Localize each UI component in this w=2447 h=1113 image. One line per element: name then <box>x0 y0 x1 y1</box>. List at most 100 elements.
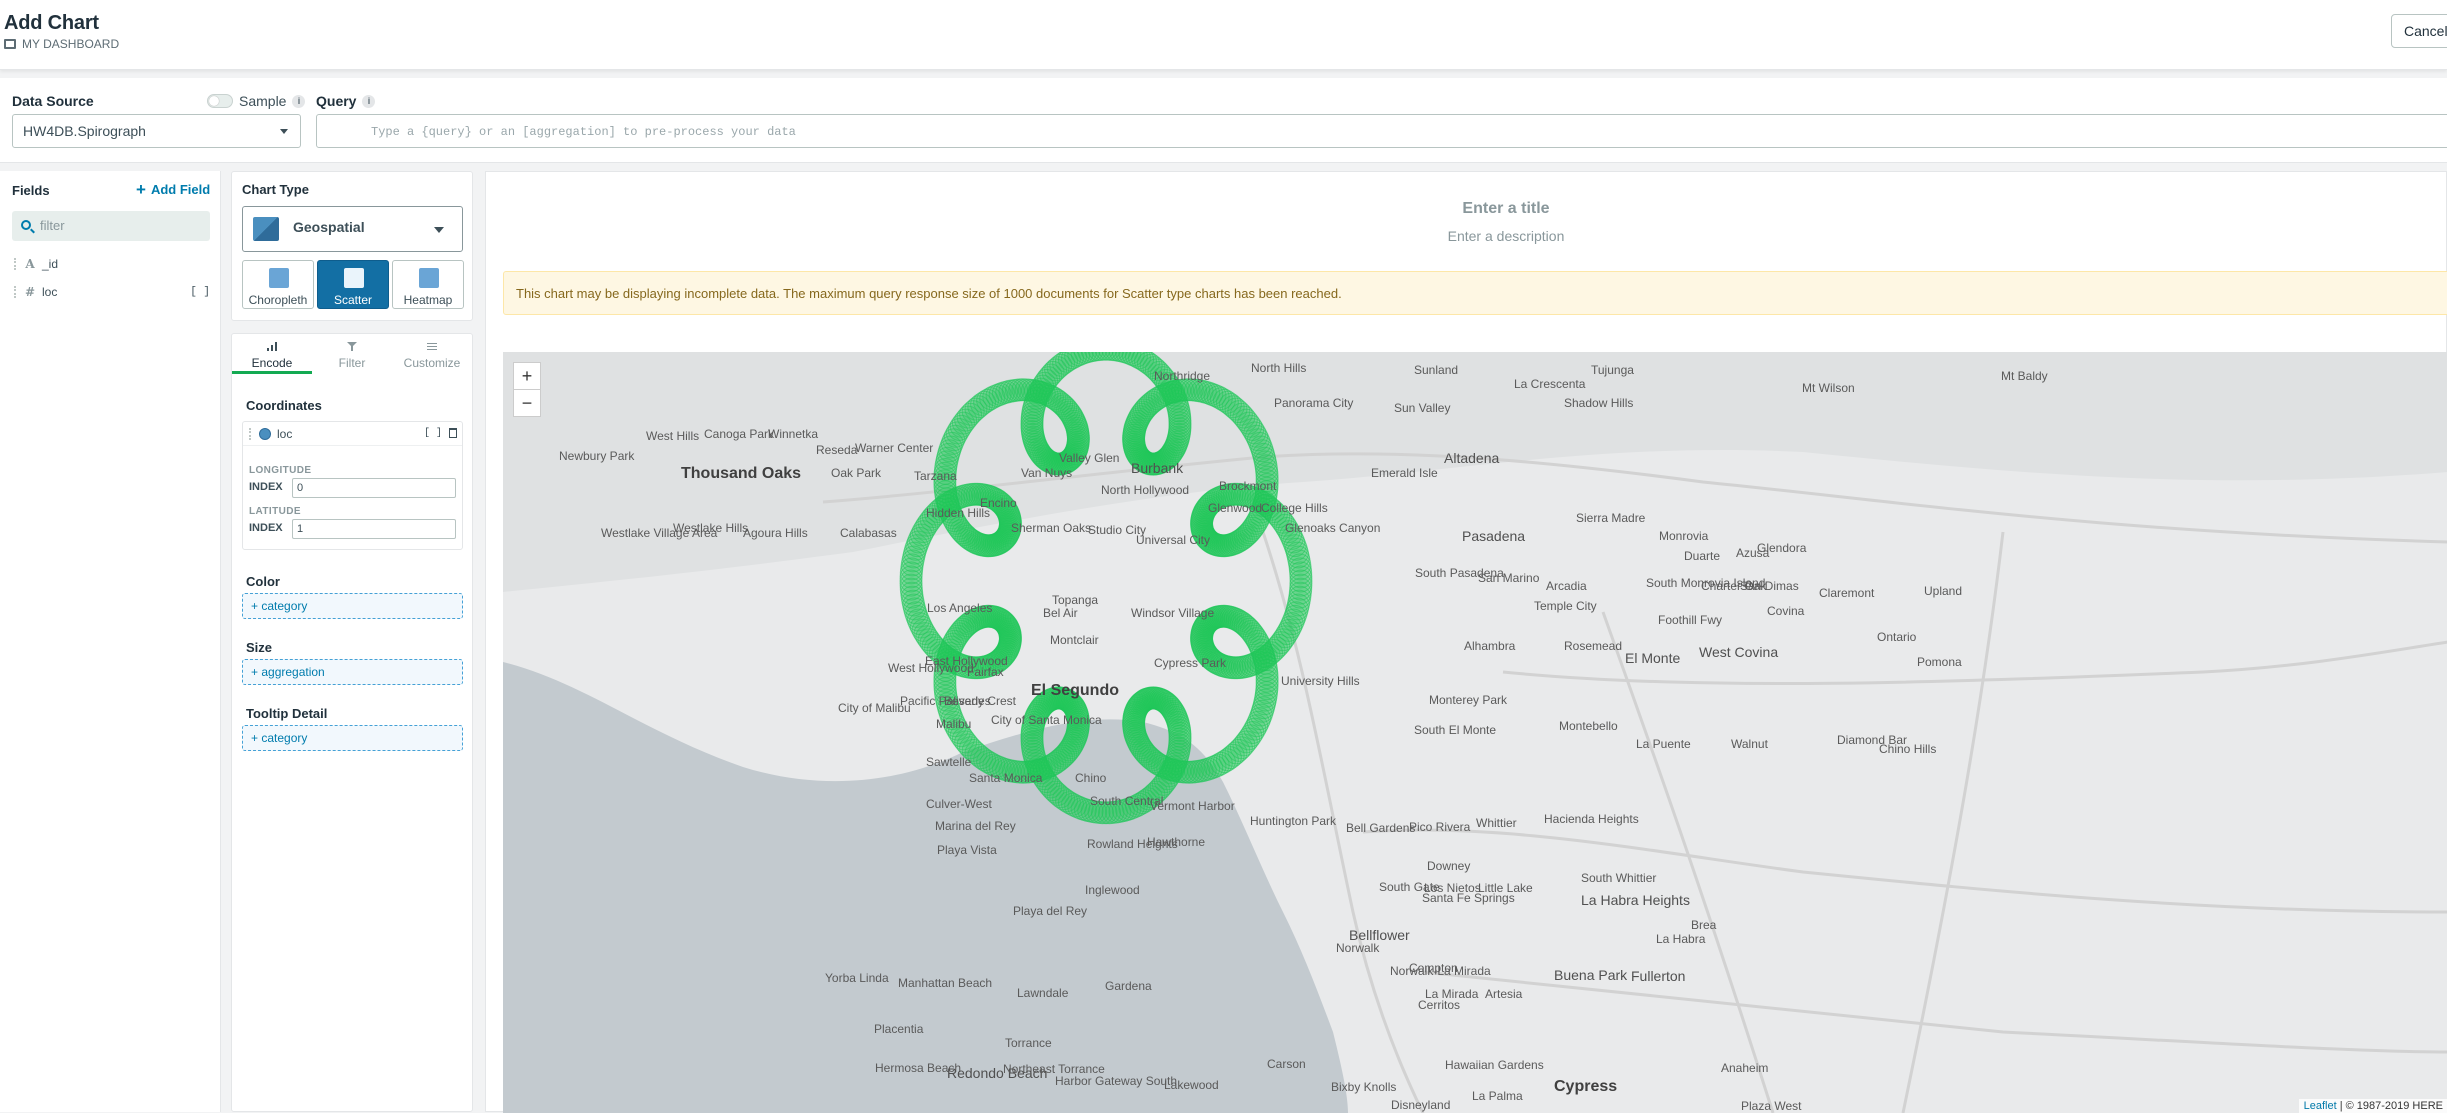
map-place-label: Arcadia <box>1546 579 1587 593</box>
map-place-label: Cypress <box>1554 1078 1618 1095</box>
chart-title-input[interactable]: Enter a title <box>486 200 2447 218</box>
map-place-label: Bixby Knolls <box>1331 1080 1397 1094</box>
zoom-in-button[interactable]: + <box>513 362 541 390</box>
color-drop-zone[interactable]: + category <box>242 593 463 619</box>
trash-icon[interactable] <box>449 428 457 438</box>
datasource-select[interactable]: HW4DB.Spirograph <box>12 114 301 148</box>
fields-panel: Fields + Add Field filter A _id # loc [ … <box>0 171 221 1112</box>
map-place-label: Los Angeles <box>927 601 993 615</box>
map-place-label: San Dimas <box>1740 579 1799 593</box>
page-header: Add Chart MY DASHBOARD Cancel <box>0 0 2447 70</box>
latitude-index-input[interactable]: 1 <box>292 519 456 539</box>
map-place-label: Warner Center <box>855 441 934 455</box>
field-filter-input[interactable]: filter <box>12 211 210 241</box>
geospatial-icon <box>253 217 279 241</box>
map-place-label: Brea <box>1691 918 1717 932</box>
size-title: Size <box>246 640 273 655</box>
info-icon[interactable]: i <box>292 94 306 108</box>
subtype-heatmap-button[interactable]: Heatmap <box>392 260 464 309</box>
drag-handle-icon[interactable] <box>14 286 18 298</box>
tab-encode[interactable]: Encode <box>232 334 312 374</box>
map-place-label: Vermont Harbor <box>1150 799 1235 813</box>
map-place-label: Fullerton <box>1631 968 1686 984</box>
map-place-label: San Marino <box>1478 571 1540 585</box>
cancel-button[interactable]: Cancel <box>2391 14 2447 48</box>
datasource-value: HW4DB.Spirograph <box>23 123 146 139</box>
map-place-label: Sunland <box>1414 363 1459 377</box>
map-place-label: Whittier <box>1476 816 1517 830</box>
freeway <box>1422 970 2447 1054</box>
chart-type-value: Geospatial <box>293 219 365 235</box>
map-place-label: Chino Hills <box>1879 742 1937 756</box>
size-drop-zone[interactable]: + aggregation <box>242 659 463 685</box>
array-icon[interactable]: [ ] <box>424 428 442 439</box>
field-name: _id <box>42 257 59 271</box>
query-input[interactable]: Type a {query} or an [aggregation] to pr… <box>316 114 2447 148</box>
map-place-label: El Segundo <box>1031 682 1119 699</box>
tab-filter[interactable]: Filter <box>312 334 392 374</box>
bar-chart-icon <box>267 342 277 351</box>
map-place-label: Playa Vista <box>937 843 997 857</box>
subtype-label: Scatter <box>333 293 372 307</box>
map-place-label: Claremont <box>1819 586 1875 600</box>
tab-label: Filter <box>338 356 366 370</box>
scatter-point[interactable] <box>1289 565 1313 589</box>
map-place-label: Sun Valley <box>1394 401 1451 415</box>
map-place-label: Pasadena <box>1462 528 1526 544</box>
map-place-label: Hacienda Heights <box>1544 812 1639 826</box>
leaflet-link[interactable]: Leaflet <box>2304 1100 2337 1112</box>
color-title: Color <box>246 574 280 589</box>
field-name: loc <box>42 285 58 299</box>
subtype-scatter-button[interactable]: Scatter <box>317 260 389 309</box>
field-item-loc[interactable]: # loc [ ] <box>14 282 210 302</box>
map-place-label: Tarzana <box>914 469 957 483</box>
chart-type-select[interactable]: Geospatial <box>242 206 463 252</box>
map-place-label: Cerritos <box>1418 998 1461 1012</box>
zoom-out-button[interactable]: − <box>513 389 541 417</box>
breadcrumb[interactable]: MY DASHBOARD <box>4 37 119 51</box>
drag-handle-icon[interactable] <box>249 427 253 440</box>
caret-down-icon <box>280 129 288 134</box>
chart-description-input[interactable]: Enter a description <box>486 228 2447 244</box>
tab-label: Customize <box>403 356 461 370</box>
tab-customize[interactable]: Customize <box>392 334 472 374</box>
sliders-icon <box>427 343 437 350</box>
map-place-label: Rosemead <box>1564 639 1623 653</box>
info-icon[interactable]: i <box>362 94 376 108</box>
map-place-label: Bel Air <box>1043 606 1078 620</box>
map-place-label: Malibu <box>936 717 972 731</box>
map-place-label: Sierra Madre <box>1576 511 1646 525</box>
number-type-icon: # <box>24 285 36 299</box>
map-place-label: Hidden Hills <box>926 506 991 520</box>
map-place-label: Walnut <box>1731 737 1768 751</box>
map-place-label: La Habra <box>1656 932 1706 946</box>
map-place-label: Emerald Isle <box>1371 466 1438 480</box>
tooltip-drop-zone[interactable]: + category <box>242 725 463 751</box>
tooltip-title: Tooltip Detail <box>246 706 328 721</box>
add-field-button[interactable]: + Add Field <box>136 181 210 198</box>
page-title: Add Chart <box>4 12 99 34</box>
map-place-label: Winnetka <box>768 427 819 441</box>
latitude-label: LATITUDE <box>249 506 301 517</box>
map-place-label: City of Santa Monica <box>991 713 1102 727</box>
map-place-label: Ontario <box>1877 630 1917 644</box>
longitude-index-input[interactable]: 0 <box>292 478 456 498</box>
map-place-label: Calabasas <box>840 526 897 540</box>
map-place-label: City of Malibu <box>838 701 911 715</box>
map-canvas[interactable]: + − Northridge North Hills Panorama City Su… <box>503 352 2447 1113</box>
map-place-label: Sawtelle <box>926 755 972 769</box>
map-place-label: Pico Rivera <box>1409 820 1471 834</box>
map-place-label: Westlake Hills <box>673 521 749 535</box>
subtype-choropleth-button[interactable]: Choropleth <box>242 260 314 309</box>
fields-title: Fields <box>12 183 50 198</box>
map-place-label: Lawndale <box>1017 986 1069 1000</box>
drag-handle-icon[interactable] <box>14 258 18 270</box>
subtype-label: Choropleth <box>248 293 308 307</box>
map-place-label: Chino <box>1075 771 1107 785</box>
field-item-id[interactable]: A _id <box>14 254 210 274</box>
array-icon[interactable]: [ ] <box>190 286 210 298</box>
scatter-map-icon <box>344 268 364 288</box>
coordinates-field[interactable]: loc [ ] <box>243 422 462 446</box>
map-place-label: Buena Park <box>1554 967 1628 983</box>
sample-toggle[interactable] <box>207 94 233 108</box>
